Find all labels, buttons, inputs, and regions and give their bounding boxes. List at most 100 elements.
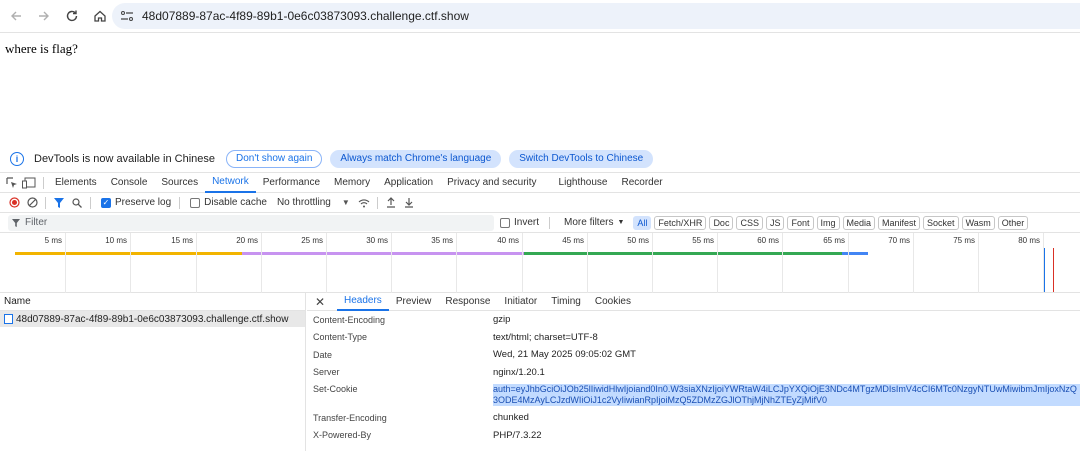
search-icon[interactable]	[68, 195, 86, 211]
header-row: Date Wed, 21 May 2025 09:05:02 GMT	[307, 346, 1080, 364]
filter-chip-doc[interactable]: Doc	[709, 215, 734, 230]
tab-cookies[interactable]: Cookies	[588, 293, 638, 311]
request-row[interactable]: 48d07889-87ac-4f89-89b1-0e6c03873093.cha…	[0, 311, 305, 327]
more-filters-dropdown[interactable]: More filters	[564, 217, 613, 228]
tab-timing[interactable]: Timing	[544, 293, 588, 311]
document-icon	[4, 314, 13, 324]
timeline-gridline	[261, 233, 262, 293]
timeline-gridline	[391, 233, 392, 293]
match-language-button[interactable]: Always match Chrome's language	[330, 149, 502, 168]
clear-icon[interactable]	[23, 195, 41, 211]
tab-console[interactable]: Console	[104, 173, 155, 193]
import-har-icon[interactable]	[382, 195, 400, 211]
toolbar-separator	[179, 196, 181, 209]
timeline-tick-label: 35 ms	[431, 236, 453, 245]
chevron-down-icon[interactable]: ▼	[337, 195, 355, 211]
filter-chip-socket[interactable]: Socket	[923, 215, 959, 230]
device-toolbar-icon[interactable]	[22, 177, 36, 189]
filter-chip-fetch-xhr[interactable]: Fetch/XHR	[654, 215, 707, 230]
disable-cache-checkbox[interactable]	[190, 197, 201, 208]
timeline-gridline	[978, 233, 979, 293]
filter-chip-css[interactable]: CSS	[736, 215, 763, 230]
address-bar[interactable]: 48d07889-87ac-4f89-89b1-0e6c03873093.cha…	[112, 3, 1080, 29]
header-name: Set-Cookie	[313, 384, 358, 394]
waterfall-download-segment	[524, 252, 842, 255]
tab-elements[interactable]: Elements	[48, 173, 104, 193]
filter-chip-all[interactable]: All	[633, 215, 652, 230]
filter-funnel-icon[interactable]	[50, 195, 68, 211]
infobar-message: DevTools is now available in Chinese	[34, 152, 215, 165]
network-toolbar: ✓ Preserve log Disable cache No throttli…	[0, 193, 1080, 213]
header-row-set-cookie: Set-Cookie auth=eyJhbGciOiJOb25lIiwidHlw…	[307, 381, 1080, 409]
timeline-gridline	[522, 233, 523, 293]
filter-chip-wasm[interactable]: Wasm	[961, 215, 995, 230]
page-text: where is flag?	[5, 41, 78, 56]
timeline-tick-label: 65 ms	[823, 236, 845, 245]
invert-label: Invert	[514, 217, 540, 228]
tab-lighthouse[interactable]: Lighthouse	[552, 173, 615, 193]
tab-headers[interactable]: Headers	[337, 293, 389, 311]
toolbar-separator	[376, 196, 378, 209]
inspect-element-icon[interactable]	[5, 176, 19, 189]
name-column-header[interactable]: Name	[0, 293, 305, 311]
tab-network[interactable]: Network	[205, 173, 256, 193]
filter-input[interactable]: Filter	[8, 214, 494, 231]
reload-icon[interactable]	[58, 2, 86, 30]
header-row: Content-Encoding gzip	[307, 311, 1080, 329]
filter-chip-font[interactable]: Font	[787, 215, 814, 230]
forward-icon[interactable]	[30, 2, 58, 30]
filter-chip-media[interactable]: Media	[842, 215, 876, 230]
tab-recorder[interactable]: Recorder	[614, 173, 669, 193]
record-icon[interactable]	[5, 195, 23, 211]
devtools-tabbar: Elements Console Sources Network Perform…	[0, 173, 1080, 193]
info-icon: i	[10, 151, 24, 166]
timeline-tick-label: 30 ms	[366, 236, 388, 245]
filter-chip-img[interactable]: Img	[816, 215, 840, 230]
header-value: Wed, 21 May 2025 09:05:02 GMT	[493, 349, 636, 361]
waterfall-stalled-segment	[15, 252, 242, 255]
close-icon[interactable]: ✕	[315, 295, 329, 309]
timeline-tick-label: 15 ms	[171, 236, 193, 245]
waterfall-content-segment	[842, 252, 868, 255]
dont-show-again-button[interactable]: Don't show again	[225, 149, 323, 168]
chevron-down-icon[interactable]: ▼	[617, 219, 624, 226]
header-name: Server	[313, 367, 340, 378]
tab-preview[interactable]: Preview	[389, 293, 439, 311]
timeline-tick-label: 70 ms	[888, 236, 910, 245]
waterfall-waiting-segment	[242, 252, 524, 255]
tab-performance[interactable]: Performance	[256, 173, 327, 193]
filter-separator	[549, 216, 551, 229]
invert-checkbox[interactable]	[500, 217, 510, 228]
throttling-select[interactable]: No throttling	[277, 197, 331, 208]
back-icon[interactable]	[2, 2, 30, 30]
filter-placeholder: Filter	[25, 217, 48, 228]
preserve-log-checkbox[interactable]: ✓	[101, 197, 111, 208]
timeline-gridline	[130, 233, 131, 293]
timeline-gridline	[196, 233, 197, 293]
filter-chip-js[interactable]: JS	[765, 215, 785, 230]
dom-content-loaded-marker	[1044, 248, 1045, 292]
set-cookie-value[interactable]: auth=eyJhbGciOiJOb25lIiwidHlwIjoiand0In0…	[493, 384, 1080, 406]
filter-chip-manifest[interactable]: Manifest	[878, 215, 921, 230]
timeline-tick-label: 20 ms	[236, 236, 258, 245]
network-overview-timeline[interactable]: 5 ms 10 ms 15 ms 20 ms 25 ms 30 ms 35 ms 40 ms 4…	[0, 233, 1080, 293]
toolbar-separator	[45, 196, 46, 209]
network-conditions-icon[interactable]	[355, 195, 373, 211]
header-name: X-Powered-By	[313, 430, 372, 441]
site-info-icon[interactable]	[120, 10, 134, 22]
tab-memory[interactable]: Memory	[327, 173, 377, 193]
tab-application[interactable]: Application	[377, 173, 440, 193]
filter-icon	[12, 218, 20, 227]
export-har-icon[interactable]	[400, 195, 418, 211]
tab-privacy-security[interactable]: Privacy and security	[440, 173, 543, 193]
tab-response[interactable]: Response	[438, 293, 497, 311]
filter-chip-other[interactable]: Other	[997, 215, 1029, 230]
timeline-tick-label: 40 ms	[497, 236, 519, 245]
tab-initiator[interactable]: Initiator	[497, 293, 544, 311]
home-icon[interactable]	[86, 2, 114, 30]
timeline-tick-label: 60 ms	[757, 236, 779, 245]
switch-language-button[interactable]: Switch DevTools to Chinese	[509, 149, 654, 168]
header-row: Transfer-Encoding chunked	[307, 409, 1080, 427]
tab-sources[interactable]: Sources	[154, 173, 205, 193]
header-name: Content-Encoding	[313, 314, 386, 325]
